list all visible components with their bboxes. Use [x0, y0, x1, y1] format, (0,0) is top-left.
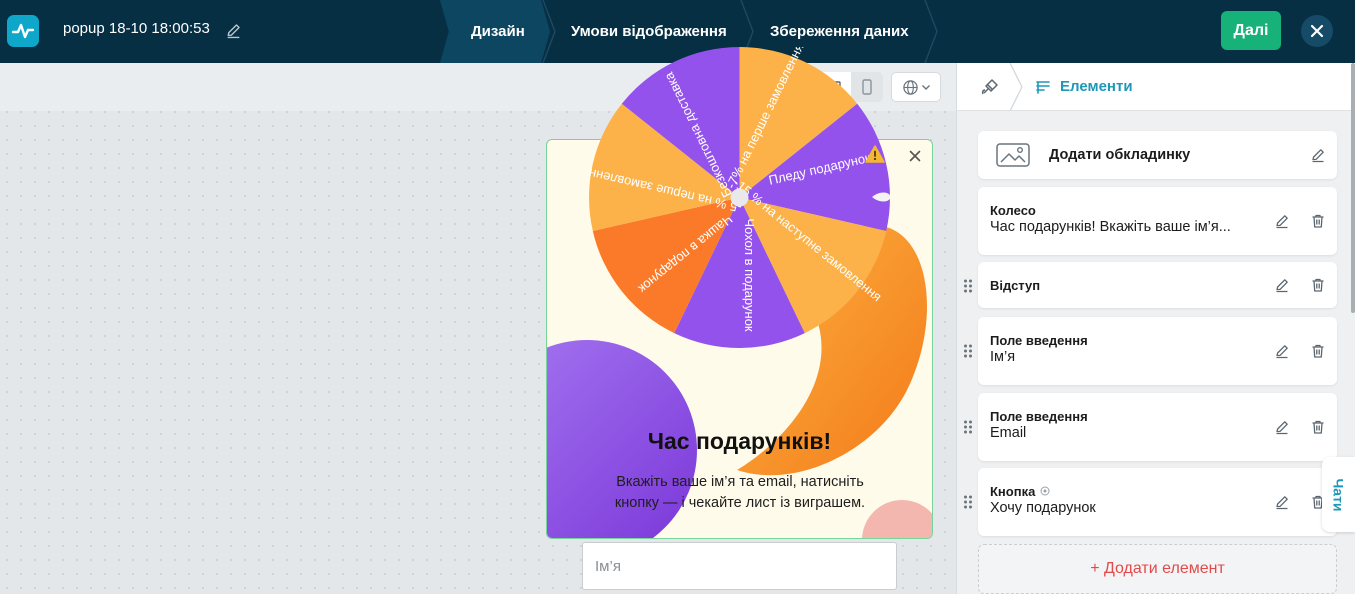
popup-description-line: Вкажіть ваше ім’я та email, натисніть [616, 474, 864, 490]
wheel-segment-label: Чохол в подарунок [742, 218, 757, 332]
element-card-wheel[interactable]: Колесо Час подарунків! Вкажіть ваше ім’я… [978, 187, 1337, 255]
element-card-name-input[interactable]: Поле введення Ім’я [978, 317, 1337, 385]
pencil-icon[interactable] [1274, 277, 1290, 293]
add-element-button[interactable]: + Додати елемент [978, 544, 1337, 594]
pulse-icon [11, 23, 35, 39]
element-type-label: Відступ [990, 278, 1041, 293]
pencil-icon[interactable] [1310, 147, 1326, 163]
close-editor-button[interactable] [1301, 15, 1333, 47]
logo[interactable] [7, 15, 39, 47]
chats-tab-label: Чати [1330, 477, 1347, 512]
pencil-icon[interactable] [1274, 419, 1290, 435]
element-value: Хочу подарунок [990, 500, 1096, 516]
language-selector[interactable] [891, 72, 941, 102]
element-value: Ім’я [990, 349, 1016, 365]
trash-icon[interactable] [1310, 213, 1326, 229]
name-input[interactable] [582, 542, 897, 590]
element-value: Email [990, 425, 1027, 441]
list-icon [1036, 81, 1050, 94]
panel-scrollbar[interactable] [1351, 63, 1355, 313]
close-icon [1310, 24, 1324, 38]
add-cover-card[interactable]: Додати обкладинку [978, 131, 1337, 179]
step-separator [542, 0, 556, 63]
chevron-down-icon [921, 85, 930, 90]
drag-handle-icon[interactable] [963, 419, 973, 435]
pencil-icon[interactable] [1274, 343, 1290, 359]
popup-close-button[interactable] [906, 147, 924, 165]
drag-handle-icon[interactable] [963, 278, 973, 294]
breadcrumb-separator [1009, 63, 1023, 111]
drag-handle-icon[interactable] [963, 343, 973, 359]
step-design[interactable]: Дизайн [471, 0, 525, 63]
popup-heading: Час подарунків! [647, 428, 832, 454]
trash-icon[interactable] [1310, 343, 1326, 359]
panel-title: Елементи [1060, 78, 1133, 95]
element-card-spacer[interactable]: Відступ [978, 262, 1337, 308]
drag-handle-icon[interactable] [963, 494, 973, 510]
image-icon [996, 143, 1030, 167]
target-icon [1040, 486, 1050, 496]
element-card-email-input[interactable]: Поле введення Email [978, 393, 1337, 461]
next-button[interactable]: Далі [1221, 11, 1281, 50]
fortune-wheel: -7% на перше замовлення Пледу подарунок … [589, 47, 890, 348]
popup-description-line: кнопку — і чекайте лист із виграшем. [614, 495, 866, 511]
element-card-button[interactable]: Кнопка Хочу подарунок [978, 468, 1337, 536]
element-type-label: Колесо [990, 203, 1036, 218]
element-type-label: Поле введення [990, 333, 1088, 348]
elements-panel: Елементи Додати обкладинку Колесо Час по… [956, 63, 1355, 594]
close-icon [909, 150, 921, 162]
brush-icon[interactable] [980, 77, 1000, 97]
add-cover-label: Додати обкладинку [1049, 147, 1191, 163]
pencil-icon[interactable] [1274, 494, 1290, 510]
chats-tab[interactable]: Чати [1322, 457, 1355, 532]
element-type-label: Поле введення [990, 409, 1088, 424]
wheel-hub [730, 188, 749, 207]
popup-description: Вкажіть ваше ім’я та email, натисніть кн… [590, 472, 890, 514]
element-type-label: Кнопка [990, 484, 1036, 499]
step-separator [924, 0, 938, 63]
pencil-icon[interactable] [1274, 213, 1290, 229]
element-value: Час подарунків! Вкажіть ваше ім’я... [990, 219, 1231, 235]
globe-icon [902, 79, 918, 95]
trash-icon[interactable] [1310, 419, 1326, 435]
warning-icon[interactable] [865, 145, 885, 163]
popup-title: popup 18-10 18:00:53 [63, 20, 210, 37]
trash-icon[interactable] [1310, 277, 1326, 293]
panel-header: Елементи [957, 63, 1355, 111]
pencil-icon[interactable] [225, 22, 242, 39]
